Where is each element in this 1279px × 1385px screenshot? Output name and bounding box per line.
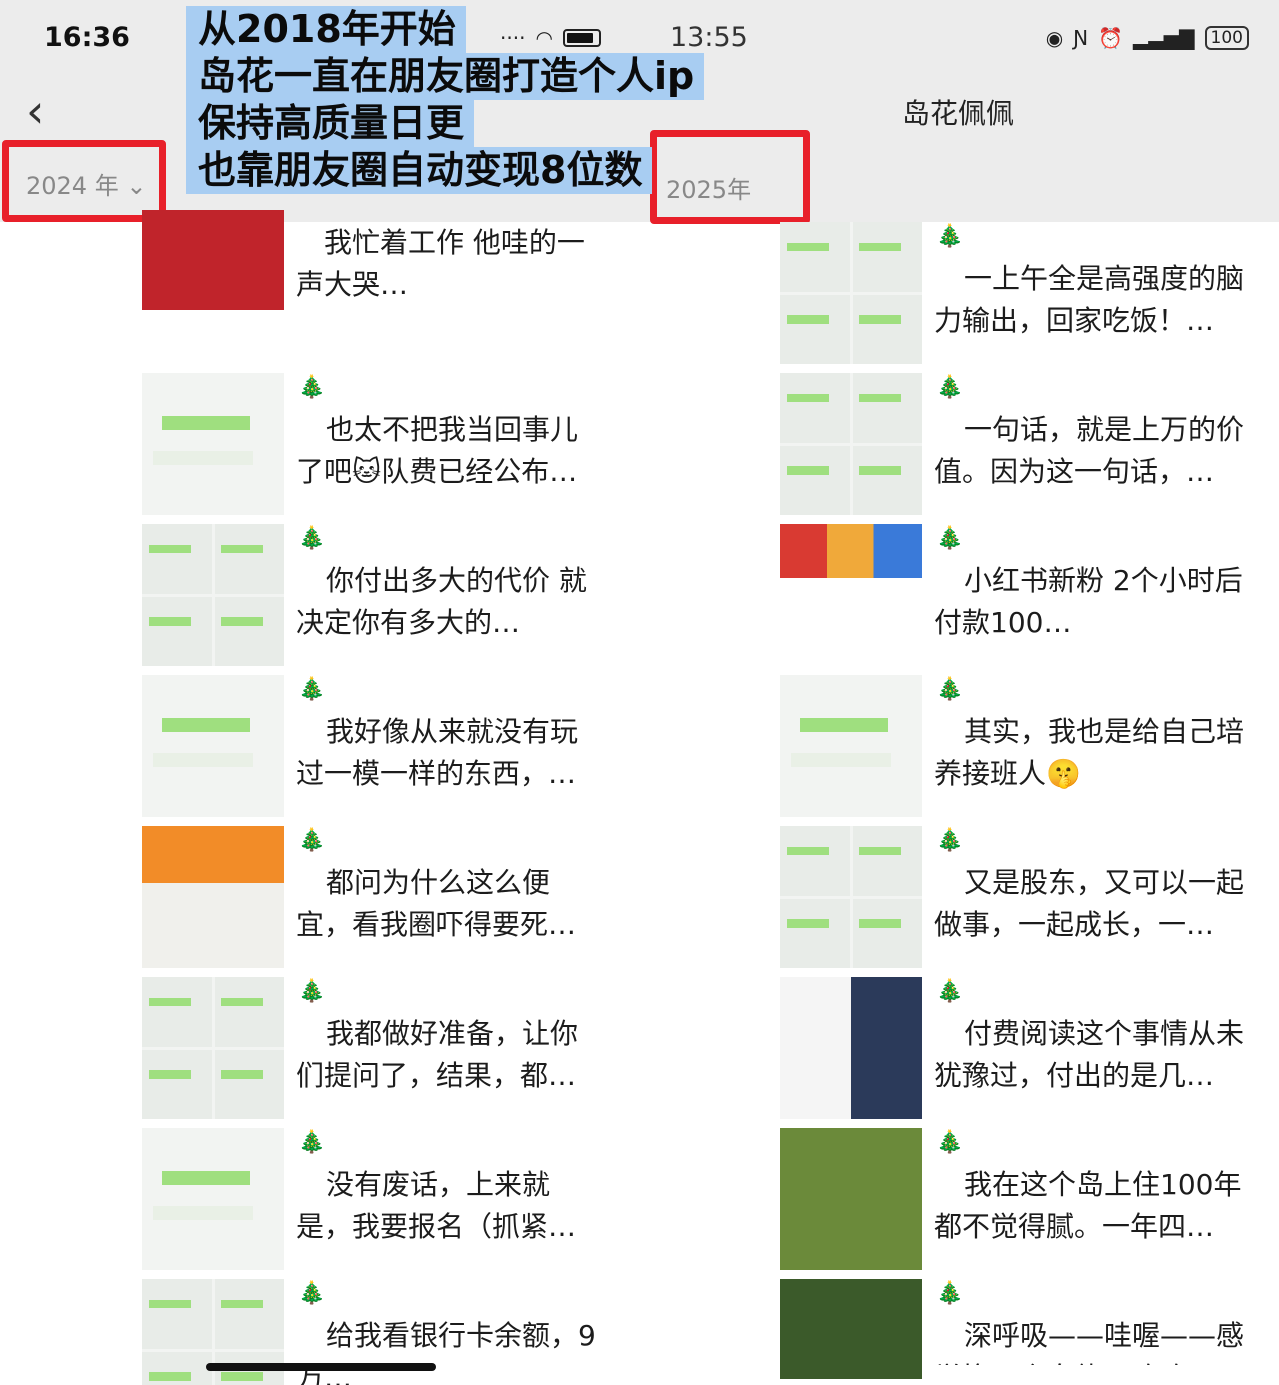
signal-bars-icon: ▂▃▅▇ xyxy=(1133,26,1195,50)
post-thumbnail[interactable] xyxy=(142,524,284,666)
post-text: 也太不把我当回事儿了吧🐱队费已经公布… xyxy=(296,413,579,488)
post-thumbnail[interactable] xyxy=(142,1128,284,1270)
moment-post[interactable]: 🎄 又是股东，又可以一起做事，一起成长，一… xyxy=(780,826,1260,977)
alarm-icon: ⏰ xyxy=(1098,26,1124,50)
moment-post[interactable]: 🎄 其实，我也是给自己培养接班人🤫 xyxy=(780,675,1260,826)
post-text: 没有废话，上来就是，我要报名（抓紧… xyxy=(296,1168,577,1243)
christmas-tree-icon: 🎄 xyxy=(298,979,326,1004)
left-status-time: 16:36 xyxy=(44,22,130,53)
post-text: 我忙着工作 他哇的一声大哭… xyxy=(296,226,585,301)
right-year-bar: 2025年 xyxy=(640,130,1279,224)
post-thumbnail[interactable] xyxy=(142,373,284,515)
year-filter-2024[interactable]: 2024 年 ⌄ xyxy=(26,166,146,201)
post-text: 你付出多大的代价 就决定你有多大的… xyxy=(296,564,587,639)
profile-title: 岛花佩佩 xyxy=(902,97,1015,130)
eye-icon: ◉ xyxy=(1045,26,1064,50)
moment-post[interactable]: 🎄 深呼吸——哇喔——感觉换了个身体，哈哈… xyxy=(780,1279,1260,1385)
right-moments-feed: 🎄 一上午全是高强度的脑力输出，回家吃饭！… 🎄 一句话，就是上万的价值。因为这… xyxy=(780,222,1260,1385)
right-status-bar: 13:55 ◉ Ɲ ⏰ ▂▃▅▇ 100 xyxy=(640,0,1279,80)
right-status-icons: ◉ Ɲ ⏰ ▂▃▅▇ 100 xyxy=(1046,26,1249,50)
post-text: 都问为什么这么便宜，看我圈吓得要死… xyxy=(296,866,577,941)
post-thumbnail[interactable] xyxy=(780,826,922,968)
nfc-icon: Ɲ xyxy=(1073,26,1089,50)
christmas-tree-icon: 🎄 xyxy=(298,1281,326,1306)
post-text: 深呼吸——哇喔——感觉换了个身体，哈哈… xyxy=(934,1319,1245,1365)
moment-post[interactable]: 🎄 你付出多大的代价 就决定你有多大的… xyxy=(142,524,612,675)
post-thumbnail[interactable] xyxy=(142,210,284,310)
post-thumbnail[interactable] xyxy=(780,222,922,364)
moment-post[interactable]: 🎄 一上午全是高强度的脑力输出，回家吃饭！… xyxy=(780,222,1260,373)
back-chevron-icon[interactable]: ‹ xyxy=(26,88,44,134)
christmas-tree-icon: 🎄 xyxy=(298,526,326,551)
christmas-tree-icon: 🎄 xyxy=(936,828,964,853)
christmas-tree-icon: 🎄 xyxy=(298,1130,326,1155)
moment-post[interactable]: 🎄 付费阅读这个事情从未犹豫过，付出的是几… xyxy=(780,977,1260,1128)
post-thumbnail[interactable] xyxy=(780,675,922,817)
moment-post[interactable]: 🎄 我好像从来就没有玩过一模一样的东西，… xyxy=(142,675,612,826)
moment-post[interactable]: 🎄 我在这个岛上住100年都不觉得腻。一年四… xyxy=(780,1128,1260,1279)
post-thumbnail[interactable] xyxy=(780,524,922,666)
caption-line: 岛花一直在朋友圈打造个人ip xyxy=(186,53,705,100)
post-thumbnail[interactable] xyxy=(142,826,284,968)
post-text: 给我看银行卡余额，9万… xyxy=(296,1319,596,1385)
christmas-tree-icon: 🎄 xyxy=(298,677,326,702)
post-text: 我都做好准备，让你们提问了，结果，都… xyxy=(296,1017,579,1092)
christmas-tree-icon: 🎄 xyxy=(298,375,326,400)
post-text: 小红书新粉 2个小时后付款100… xyxy=(934,564,1243,639)
post-text: 付费阅读这个事情从未犹豫过，付出的是几… xyxy=(934,1017,1245,1092)
moment-post[interactable]: 🎄 一句话，就是上万的价值。因为这一句话，… xyxy=(780,373,1260,524)
moment-post[interactable]: 🎄 我都做好准备，让你们提问了，结果，都… xyxy=(142,977,612,1128)
moment-post[interactable]: 🎄 都问为什么这么便宜，看我圈吓得要死… xyxy=(142,826,612,977)
caption-line: 从2018年开始 xyxy=(186,6,466,53)
christmas-tree-icon: 🎄 xyxy=(936,677,964,702)
moment-post[interactable]: 🎄 小红书新粉 2个小时后付款100… xyxy=(780,524,1260,675)
moment-post[interactable]: 🎄 没有废话，上来就是，我要报名（抓紧… xyxy=(142,1128,612,1279)
post-text: 我好像从来就没有玩过一模一样的东西，… xyxy=(296,715,579,790)
post-thumbnail[interactable] xyxy=(142,675,284,817)
post-text: 一上午全是高强度的脑力输出，回家吃饭！… xyxy=(934,262,1245,337)
christmas-tree-icon: 🎄 xyxy=(298,828,326,853)
post-thumbnail[interactable] xyxy=(780,977,922,1119)
christmas-tree-icon: 🎄 xyxy=(936,1130,964,1155)
post-thumbnail[interactable] xyxy=(780,1128,922,1270)
battery-percent: 100 xyxy=(1204,26,1249,50)
post-text: 一句话，就是上万的价值。因为这一句话，… xyxy=(934,413,1245,488)
caption-line: 保持高质量日更 xyxy=(186,100,475,147)
post-thumbnail[interactable] xyxy=(780,1279,922,1379)
moment-post[interactable]: 🎄 也太不把我当回事儿了吧🐱队费已经公布… xyxy=(142,373,612,524)
post-thumbnail[interactable] xyxy=(142,977,284,1119)
caption-line: 也靠朋友圈自动变现8位数 xyxy=(186,147,653,194)
christmas-tree-icon: 🎄 xyxy=(936,979,964,1004)
christmas-tree-icon: 🎄 xyxy=(936,526,964,551)
post-text: 我在这个岛上住100年都不觉得腻。一年四… xyxy=(934,1168,1242,1243)
christmas-tree-icon: 🎄 xyxy=(936,224,964,249)
home-indicator xyxy=(206,1363,436,1371)
christmas-tree-icon: 🎄 xyxy=(936,1281,964,1306)
caption-overlay: 从2018年开始 岛花一直在朋友圈打造个人ip 保持高质量日更 也靠朋友圈自动变… xyxy=(186,6,714,194)
post-text: 其实，我也是给自己培养接班人🤫 xyxy=(934,715,1245,790)
left-moments-feed: 我忙着工作 他哇的一声大哭… 🎄 也太不把我当回事儿了吧🐱队费已经公布… 🎄 你… xyxy=(142,210,612,1385)
post-thumbnail[interactable] xyxy=(780,373,922,515)
christmas-tree-icon: 🎄 xyxy=(936,375,964,400)
moment-post[interactable]: 我忙着工作 他哇的一声大哭… xyxy=(142,210,612,373)
post-text: 又是股东，又可以一起做事，一起成长，一… xyxy=(934,866,1245,941)
